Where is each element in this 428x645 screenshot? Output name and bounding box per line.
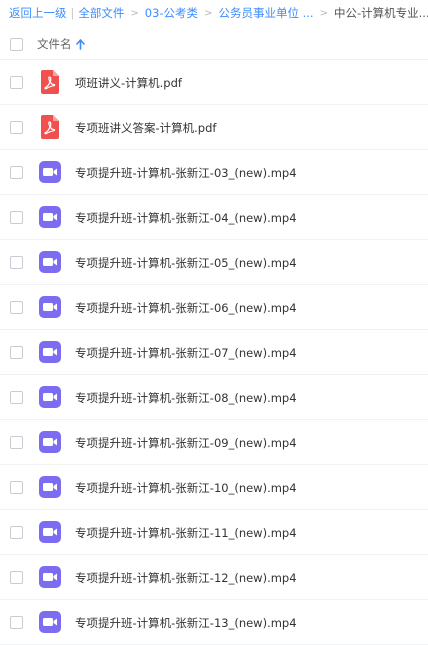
pdf-icon [41,115,59,139]
file-row-2[interactable]: 专项班讲义答案-计算机.pdf [0,105,428,150]
row-checkbox[interactable] [10,301,23,314]
video-icon [39,386,61,408]
file-name[interactable]: 专项提升班-计算机-张新江-04_(new).mp4 [75,210,297,226]
breadcrumb-divider: | [70,6,75,20]
row-checkbox[interactable] [10,436,23,449]
chevron-right-icon: > [204,7,213,19]
breadcrumb-item-exam-category[interactable]: 03-公考类 [145,5,198,21]
file-row-3[interactable]: 专项提升班-计算机-张新江-03_(new).mp4 [0,150,428,195]
file-row-8[interactable]: 专项提升班-计算机-张新江-08_(new).mp4 [0,375,428,420]
file-name[interactable]: 专项班讲义答案-计算机.pdf [75,120,216,136]
file-row-9[interactable]: 专项提升班-计算机-张新江-09_(new).mp4 [0,420,428,465]
row-checkbox[interactable] [10,391,23,404]
file-row-5[interactable]: 专项提升班-计算机-张新江-05_(new).mp4 [0,240,428,285]
video-icon [39,476,61,498]
row-checkbox[interactable] [10,571,23,584]
file-name[interactable]: 专项提升班-计算机-张新江-10_(new).mp4 [75,480,297,496]
video-icon [39,521,61,543]
video-icon [39,161,61,183]
file-name[interactable]: 项班讲义-计算机.pdf [75,75,182,91]
video-icon [39,611,61,633]
file-name[interactable]: 专项提升班-计算机-张新江-13_(new).mp4 [75,615,297,631]
file-row-1[interactable]: 项班讲义-计算机.pdf [0,60,428,105]
video-icon [39,566,61,588]
breadcrumb-item-all-files[interactable]: 全部文件 [78,5,124,21]
video-icon [39,296,61,318]
file-name[interactable]: 专项提升班-计算机-张新江-09_(new).mp4 [75,435,297,451]
back-link[interactable]: 返回上一级 [9,5,67,21]
file-row-11[interactable]: 专项提升班-计算机-张新江-11_(new).mp4 [0,510,428,555]
column-header-filename[interactable]: 文件名 [37,36,85,52]
row-checkbox[interactable] [10,211,23,224]
file-row-7[interactable]: 专项提升班-计算机-张新江-07_(new).mp4 [0,330,428,375]
file-row-4[interactable]: 专项提升班-计算机-张新江-04_(new).mp4 [0,195,428,240]
row-checkbox[interactable] [10,121,23,134]
video-icon [39,431,61,453]
file-row-13[interactable]: 专项提升班-计算机-张新江-13_(new).mp4 [0,600,428,645]
breadcrumb-item-civil-service[interactable]: 公务员事业单位 ... [218,5,313,21]
file-row-6[interactable]: 专项提升班-计算机-张新江-06_(new).mp4 [0,285,428,330]
row-checkbox[interactable] [10,346,23,359]
breadcrumb: 返回上一级 | 全部文件 > 03-公考类 > 公务员事业单位 ... > 中公… [0,0,428,26]
arrow-up-icon [75,38,85,50]
column-header-label: 文件名 [37,37,72,51]
file-name[interactable]: 专项提升班-计算机-张新江-05_(new).mp4 [75,255,297,271]
file-list: 项班讲义-计算机.pdf 专项班讲义答案-计算机.pdf 专项提升班-计算机-张… [0,60,428,645]
row-checkbox[interactable] [10,166,23,179]
row-checkbox[interactable] [10,526,23,539]
file-name[interactable]: 专项提升班-计算机-张新江-07_(new).mp4 [75,345,297,361]
select-all-checkbox[interactable] [10,38,23,51]
file-row-12[interactable]: 专项提升班-计算机-张新江-12_(new).mp4 [0,555,428,600]
pdf-icon [41,70,59,94]
row-checkbox[interactable] [10,76,23,89]
file-list-header: 文件名 [0,28,428,60]
row-checkbox[interactable] [10,616,23,629]
row-checkbox[interactable] [10,481,23,494]
breadcrumb-item-current: 中公-计算机专业... [333,6,428,20]
file-name[interactable]: 专项提升班-计算机-张新江-03_(new).mp4 [75,165,297,181]
video-icon [39,206,61,228]
chevron-right-icon: > [130,7,139,19]
file-name[interactable]: 专项提升班-计算机-张新江-11_(new).mp4 [75,525,297,541]
file-row-10[interactable]: 专项提升班-计算机-张新江-10_(new).mp4 [0,465,428,510]
chevron-right-icon: > [319,7,328,19]
video-icon [39,341,61,363]
file-name[interactable]: 专项提升班-计算机-张新江-06_(new).mp4 [75,300,297,316]
file-name[interactable]: 专项提升班-计算机-张新江-12_(new).mp4 [75,570,297,586]
row-checkbox[interactable] [10,256,23,269]
file-name[interactable]: 专项提升班-计算机-张新江-08_(new).mp4 [75,390,297,406]
video-icon [39,251,61,273]
